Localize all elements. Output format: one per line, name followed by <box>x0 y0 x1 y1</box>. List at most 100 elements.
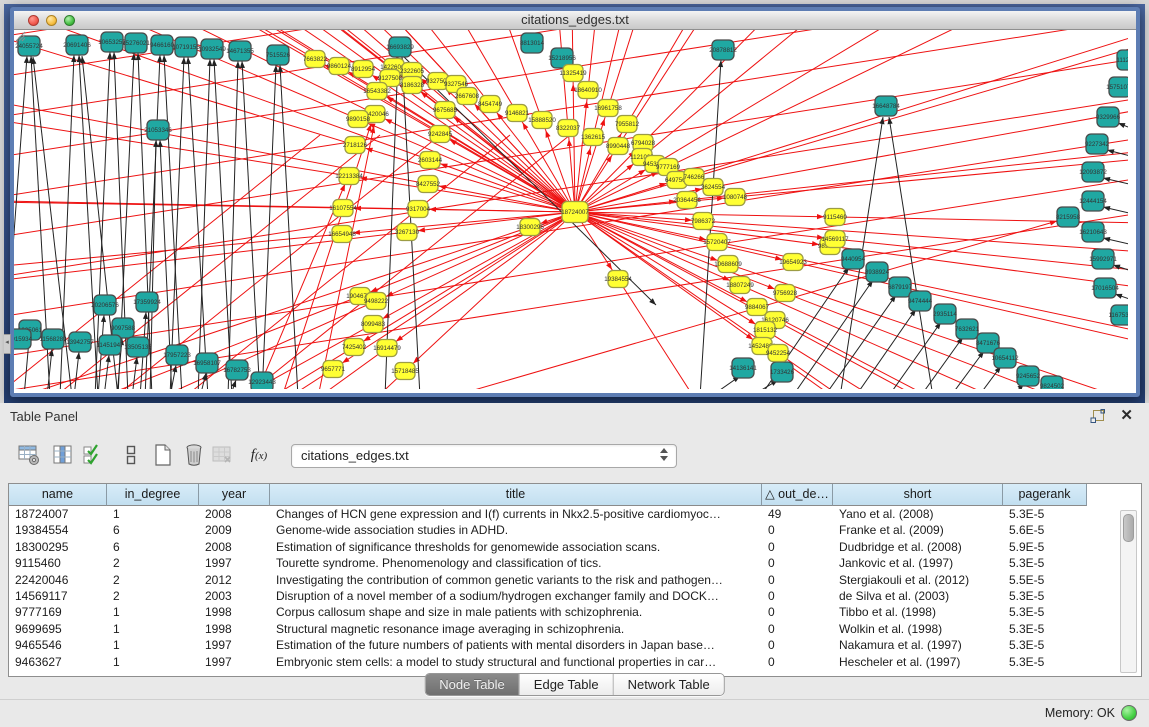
table-cell[interactable]: 5.3E-5 <box>1003 506 1087 522</box>
table-cell[interactable]: Nakamura et al. (1997) <box>833 637 1003 653</box>
column-header-name[interactable]: name <box>9 484 107 506</box>
network-window-titlebar[interactable]: citations_edges.txt <box>14 11 1136 30</box>
minimize-window-icon[interactable] <box>46 15 57 26</box>
network-graph-canvas[interactable]: 2405572420691406106532571527602194661601… <box>14 30 1128 389</box>
table-cell[interactable]: 9777169 <box>9 604 107 620</box>
scrollbar-thumb[interactable] <box>1123 514 1134 542</box>
table-cell[interactable]: 2003 <box>199 588 270 604</box>
table-cell[interactable]: 0 <box>762 654 833 670</box>
table-cell[interactable]: 0 <box>762 555 833 571</box>
table-row[interactable]: 2242004622012Investigating the contribut… <box>9 572 1125 588</box>
table-cell[interactable]: 14569117 <box>9 588 107 604</box>
table-cell[interactable]: 9465546 <box>9 637 107 653</box>
table-cell[interactable]: 1 <box>107 654 199 670</box>
float-panel-icon[interactable] <box>1090 409 1105 424</box>
table-cell[interactable]: Tourette syndrome. Phenomenology and cla… <box>270 555 762 571</box>
table-row[interactable]: 1456911722003Disruption of a novel membe… <box>9 588 1125 604</box>
table-row[interactable]: 1938455462009Genome-wide association stu… <box>9 522 1125 538</box>
table-cell[interactable]: 2 <box>107 588 199 604</box>
table-cell[interactable]: 9115460 <box>9 555 107 571</box>
table-cell[interactable]: 9463627 <box>9 654 107 670</box>
table-cell[interactable]: Embryonic stem cells: a model to study s… <box>270 654 762 670</box>
table-cell[interactable]: Changes of HCN gene expression and I(f) … <box>270 506 762 522</box>
table-cell[interactable]: 9699695 <box>9 621 107 637</box>
table-cell[interactable]: Dudbridge et al. (2008) <box>833 539 1003 555</box>
table-cell[interactable]: Structural magnetic resonance image aver… <box>270 621 762 637</box>
column-header-pagerank[interactable]: pagerank <box>1003 484 1087 506</box>
table-cell[interactable]: 18724007 <box>9 506 107 522</box>
table-cell[interactable]: 6 <box>107 522 199 538</box>
table-row[interactable]: 1872400712008Changes of HCN gene express… <box>9 506 1125 522</box>
tab-node-table[interactable]: Node Table <box>425 674 520 695</box>
table-cell[interactable]: Corpus callosum shape and size in male p… <box>270 604 762 620</box>
column-header-out_de[interactable]: △ out_de… <box>762 484 833 506</box>
table-cell[interactable]: 2 <box>107 555 199 571</box>
table-cell[interactable]: Hescheler et al. (1997) <box>833 654 1003 670</box>
table-cell[interactable]: 1998 <box>199 604 270 620</box>
table-selector-dropdown[interactable]: citations_edges.txt <box>291 444 677 468</box>
network-view-window[interactable]: citations_edges.txt 24055724206914061065… <box>10 7 1140 397</box>
table-row[interactable]: 911546021997Tourette syndrome. Phenomeno… <box>9 555 1125 571</box>
table-cell[interactable]: Estimation of the future numbers of pati… <box>270 637 762 653</box>
table-cell[interactable]: 0 <box>762 588 833 604</box>
table-row[interactable]: 969969511998Structural magnetic resonanc… <box>9 621 1125 637</box>
table-cell[interactable]: 0 <box>762 539 833 555</box>
table-cell[interactable]: 1 <box>107 637 199 653</box>
select-rows-icon[interactable] <box>80 441 106 469</box>
table-cell[interactable]: 18300295 <box>9 539 107 555</box>
delete-column-icon[interactable] <box>181 441 207 469</box>
function-builder-icon[interactable]: f(x) <box>246 441 272 469</box>
table-cell[interactable]: 1998 <box>199 621 270 637</box>
table-cell[interactable]: 5.3E-5 <box>1003 637 1087 653</box>
table-cell[interactable]: 49 <box>762 506 833 522</box>
column-header-title[interactable]: title <box>270 484 762 506</box>
table-cell[interactable]: 0 <box>762 621 833 637</box>
table-mode-icon[interactable] <box>16 441 42 469</box>
new-column-icon[interactable] <box>150 441 176 469</box>
table-cell[interactable]: 1 <box>107 621 199 637</box>
tab-edge-table[interactable]: Edge Table <box>520 674 614 695</box>
table-cell[interactable]: Stergiakouli et al. (2012) <box>833 572 1003 588</box>
table-cell[interactable]: de Silva et al. (2003) <box>833 588 1003 604</box>
table-cell[interactable]: 2009 <box>199 522 270 538</box>
memory-ok-indicator[interactable] <box>1121 705 1137 721</box>
table-cell[interactable]: 5.9E-5 <box>1003 539 1087 555</box>
table-cell[interactable]: 5.6E-5 <box>1003 522 1087 538</box>
tab-network-table[interactable]: Network Table <box>614 674 724 695</box>
table-cell[interactable]: 0 <box>762 604 833 620</box>
table-cell[interactable]: 1997 <box>199 637 270 653</box>
table-row[interactable]: 946554611997Estimation of the future num… <box>9 637 1125 653</box>
table-cell[interactable]: 22420046 <box>9 572 107 588</box>
collapse-panel-grip[interactable]: ◂ <box>4 334 11 354</box>
table-cell[interactable]: 5.3E-5 <box>1003 588 1087 604</box>
table-cell[interactable]: 1997 <box>199 555 270 571</box>
node-table[interactable]: namein_degreeyeartitle△ out_de…shortpage… <box>8 483 1142 677</box>
table-cell[interactable]: 5.5E-5 <box>1003 572 1087 588</box>
column-header-year[interactable]: year <box>199 484 270 506</box>
citation-network-graph[interactable]: 2405572420691406106532571527602194661601… <box>14 30 1128 389</box>
table-row[interactable]: 977716911998Corpus callosum shape and si… <box>9 604 1125 620</box>
table-cell[interactable]: Disruption of a novel member of a sodium… <box>270 588 762 604</box>
table-cell[interactable]: Estimation of significance thresholds fo… <box>270 539 762 555</box>
row-height-icon[interactable] <box>118 441 144 469</box>
table-body[interactable]: 1872400712008Changes of HCN gene express… <box>9 506 1125 676</box>
table-cell[interactable]: 1 <box>107 604 199 620</box>
table-cell[interactable]: 19384554 <box>9 522 107 538</box>
close-window-icon[interactable] <box>28 15 39 26</box>
table-cell[interactable]: 2008 <box>199 539 270 555</box>
show-columns-icon[interactable] <box>50 441 76 469</box>
zoom-window-icon[interactable] <box>64 15 75 26</box>
table-cell[interactable]: 2 <box>107 572 199 588</box>
table-cell[interactable]: 5.3E-5 <box>1003 604 1087 620</box>
table-vertical-scrollbar[interactable] <box>1120 510 1137 673</box>
table-row[interactable]: 1830029562008Estimation of significance … <box>9 539 1125 555</box>
table-cell[interactable]: Tibbo et al. (1998) <box>833 604 1003 620</box>
table-cell[interactable]: 1997 <box>199 654 270 670</box>
table-cell[interactable]: Yano et al. (2008) <box>833 506 1003 522</box>
table-cell[interactable]: 6 <box>107 539 199 555</box>
table-cell[interactable]: 2008 <box>199 506 270 522</box>
close-panel-icon[interactable]: ✕ <box>1120 406 1133 424</box>
table-cell[interactable]: 1 <box>107 506 199 522</box>
table-row[interactable]: 946362711997Embryonic stem cells: a mode… <box>9 654 1125 670</box>
column-header-in_degree[interactable]: in_degree <box>107 484 199 506</box>
